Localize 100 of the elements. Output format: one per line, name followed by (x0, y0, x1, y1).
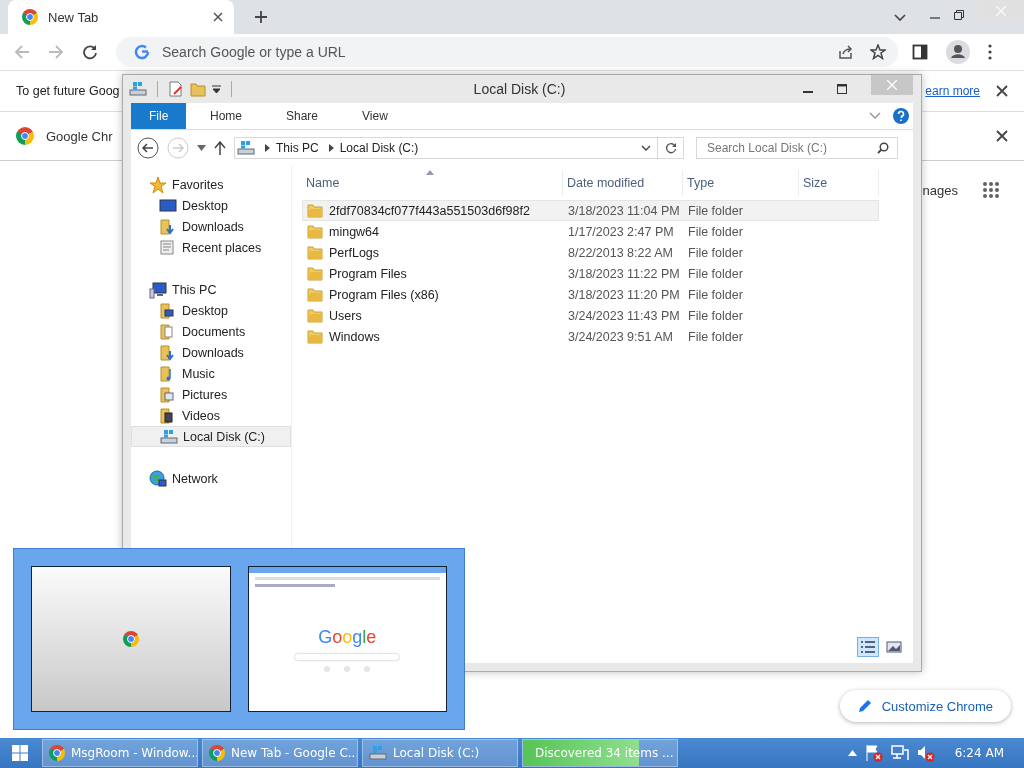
chevron-right-icon[interactable] (265, 144, 270, 152)
star-icon[interactable] (870, 44, 886, 60)
show-hidden-icons-icon[interactable] (847, 750, 857, 756)
column-header[interactable]: Type (683, 170, 799, 196)
nav-item[interactable]: This PC (131, 279, 291, 300)
start-button[interactable] (12, 745, 28, 761)
folder-icon (307, 329, 323, 344)
nav-item[interactable]: Videos (131, 405, 291, 426)
profile-icon[interactable] (946, 40, 970, 64)
file-name: mingw64 (329, 224, 380, 239)
learn-more-link[interactable]: earn more (925, 84, 980, 98)
close-icon[interactable] (996, 85, 1008, 97)
chevron-down-icon[interactable] (894, 14, 906, 22)
file-type: File folder (688, 329, 743, 344)
recent-locations-icon[interactable] (197, 145, 206, 151)
sort-arrow-icon (426, 170, 434, 175)
file-row[interactable]: Program Files 3/18/2023 11:22 PM File folder (302, 263, 879, 284)
address-field[interactable]: Search Google or type a URL (160, 43, 822, 61)
nav-item[interactable]: Documents (131, 321, 291, 342)
column-header[interactable]: Size (799, 170, 879, 196)
nav-item[interactable]: Pictures (131, 384, 291, 405)
close-icon (996, 6, 1006, 16)
share-icon[interactable] (838, 44, 854, 60)
refresh-button[interactable] (658, 137, 684, 159)
chevron-right-icon[interactable] (328, 144, 334, 152)
close-icon[interactable] (212, 11, 224, 23)
plus-icon[interactable] (254, 10, 268, 24)
file-type: File folder (688, 266, 743, 281)
images-link[interactable]: nages (922, 182, 958, 198)
ribbon-tab[interactable]: Share (266, 103, 339, 129)
back-button[interactable] (137, 137, 159, 159)
network-icon[interactable] (890, 744, 909, 762)
menu-icon[interactable] (988, 44, 992, 60)
chrome-icon (49, 745, 65, 761)
address-field[interactable]: This PC Local Disk (C:) (234, 137, 658, 159)
nav-item[interactable]: Downloads (131, 216, 291, 237)
nav-item[interactable]: Downloads (131, 342, 291, 363)
file-row[interactable]: Users 3/24/2023 11:43 PM File folder (302, 305, 879, 326)
date-modified: 1/17/2023 2:47 PM (568, 224, 674, 239)
date-modified: 3/18/2023 11:04 PM (568, 203, 680, 218)
file-row[interactable]: mingw64 1/17/2023 2:47 PM File folder (302, 221, 879, 242)
google-logo: Google (318, 626, 377, 648)
side-panel-icon[interactable] (912, 44, 928, 60)
folder-icon (307, 287, 323, 302)
date-modified: 8/22/2013 8:22 AM (568, 245, 673, 260)
window-preview[interactable]: Google (247, 566, 447, 712)
file-type: File folder (688, 308, 743, 323)
nav-item[interactable]: Local Disk (C:) (131, 426, 291, 447)
restore-icon[interactable] (954, 10, 964, 20)
close-icon[interactable] (996, 130, 1008, 142)
ribbon-tab[interactable]: View (342, 103, 408, 129)
folder-icon (307, 245, 323, 260)
file-row[interactable]: 2fdf70834cf077f443a551503d6f98f2 3/18/2023 11:04 PM File folder (302, 200, 879, 221)
nav-item[interactable]: Favorites (131, 174, 291, 195)
file-tab[interactable]: File (131, 103, 186, 129)
folder-icon (307, 203, 323, 218)
breadcrumb-item[interactable]: This PC (276, 141, 319, 155)
file-row[interactable]: Windows 3/24/2023 9:51 AM File folder (302, 326, 879, 347)
help-icon[interactable] (893, 108, 909, 124)
nav-item[interactable]: Network (131, 468, 291, 489)
breadcrumb-item[interactable]: Local Disk (C:) (339, 141, 419, 155)
dropdown-icon[interactable] (212, 85, 221, 93)
file-name: Program Files (329, 266, 407, 281)
apps-grid-icon[interactable] (982, 181, 1000, 199)
date-modified: 3/24/2023 9:51 AM (568, 329, 673, 344)
file-name: PerfLogs (329, 245, 380, 260)
browser-tab[interactable]: New Tab (8, 0, 234, 34)
downloads-folder-icon (159, 344, 177, 361)
details-view-button[interactable] (857, 637, 879, 657)
address-bar[interactable]: Search Google or type a URL (116, 37, 898, 67)
nav-item[interactable]: Music (131, 363, 291, 384)
folder-icon (307, 266, 323, 281)
chrome-icon (22, 9, 38, 25)
file-row[interactable]: Program Files (x86) 3/18/2023 11:20 PM File folder (302, 284, 879, 305)
clock[interactable]: 6:24 AM (954, 746, 1004, 760)
reload-icon[interactable] (82, 44, 98, 60)
nav-item[interactable]: Recent places (131, 237, 291, 258)
properties-icon[interactable] (168, 81, 184, 97)
up-arrow-icon[interactable] (214, 141, 226, 155)
window-preview[interactable] (31, 566, 231, 712)
ribbon-tab[interactable]: Home (190, 103, 262, 129)
expand-ribbon-icon[interactable] (869, 112, 881, 120)
chevron-down-icon[interactable] (641, 145, 651, 151)
nav-item[interactable]: Desktop (131, 300, 291, 321)
refresh-icon (664, 142, 677, 154)
file-type: File folder (688, 287, 743, 302)
chrome-icon (209, 745, 225, 761)
date-modified: 3/24/2023 11:43 PM (568, 308, 680, 323)
speaker-muted-icon[interactable] (916, 744, 935, 762)
file-type: File folder (688, 224, 743, 239)
file-row[interactable]: PerfLogs 8/22/2013 8:22 AM File folder (302, 242, 879, 263)
flag-warning-icon[interactable] (864, 744, 883, 762)
customize-chrome-button[interactable]: Customize Chrome (839, 690, 1011, 722)
column-header[interactable]: Date modified (563, 170, 683, 196)
folder-icon (307, 308, 323, 323)
nav-item[interactable]: Desktop (131, 195, 291, 216)
search-box[interactable]: Search Local Disk (C:) (696, 137, 898, 159)
folder-icon (307, 224, 323, 239)
maximize-icon[interactable] (837, 84, 847, 94)
chrome-icon (16, 127, 34, 145)
